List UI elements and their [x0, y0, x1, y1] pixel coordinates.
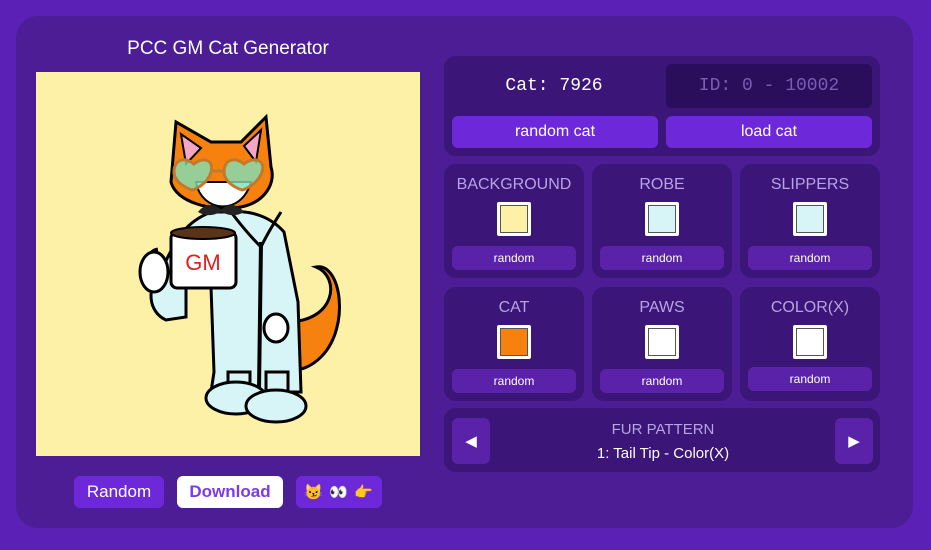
swatch-fill — [648, 328, 676, 356]
swatch-fill — [648, 205, 676, 233]
mug-text: GM — [185, 250, 220, 275]
random-robe-button[interactable]: random — [600, 246, 724, 270]
color-swatch-background[interactable] — [497, 202, 531, 236]
random-cat-button[interactable]: random cat — [452, 116, 658, 148]
random-background-button[interactable]: random — [452, 246, 576, 270]
download-button[interactable]: Download — [177, 476, 283, 508]
random-paws-button[interactable]: random — [600, 369, 724, 393]
color-swatch-paws[interactable] — [645, 325, 679, 359]
color-swatch-colorx[interactable] — [793, 325, 827, 359]
swatch-fill — [500, 205, 528, 233]
caret-right-icon[interactable]: ▶ — [835, 418, 873, 464]
color-cell-colorx: COLOR(X) random — [740, 287, 880, 401]
color-label: COLOR(X) — [770, 299, 850, 316]
color-label: PAWS — [639, 299, 685, 316]
cat-illustration: GM — [138, 113, 341, 424]
color-cell-slippers: SLIPPERS random — [740, 164, 880, 278]
color-label: BACKGROUND — [456, 176, 572, 193]
cat-preview: GM — [36, 72, 420, 456]
cat-number: Cat: 7926 — [505, 76, 603, 96]
fur-pattern-panel — [444, 408, 880, 472]
color-cell-background: BACKGROUND random — [444, 164, 584, 278]
swatch-fill — [796, 328, 824, 356]
swatch-fill — [500, 328, 528, 356]
color-cell-paws: PAWS random — [592, 287, 732, 401]
color-cell-cat: CAT random — [444, 287, 584, 401]
color-swatch-robe[interactable] — [645, 202, 679, 236]
color-swatch-cat[interactable] — [497, 325, 531, 359]
id-input[interactable] — [666, 64, 872, 108]
color-label: CAT — [498, 299, 530, 316]
random-slippers-button[interactable]: random — [748, 246, 872, 270]
color-label: SLIPPERS — [770, 176, 850, 193]
random-button[interactable]: Random — [74, 476, 164, 508]
swatch-fill — [796, 205, 824, 233]
random-colorx-button[interactable]: random — [748, 367, 872, 391]
color-label: ROBE — [639, 176, 685, 193]
caret-left-icon[interactable]: ◀ — [452, 418, 490, 464]
random-cat-color-button[interactable]: random — [452, 369, 576, 393]
color-swatch-slippers[interactable] — [793, 202, 827, 236]
color-cell-robe: ROBE random — [592, 164, 732, 278]
load-cat-button[interactable]: load cat — [666, 116, 872, 148]
page-title: PCC GM Cat Generator — [127, 38, 329, 59]
emoji-button[interactable]: 😼 👀 👉 — [296, 476, 382, 508]
fur-pattern-label: FUR PATTERN — [611, 421, 715, 438]
fur-pattern-value: 1: Tail Tip - Color(X) — [596, 445, 730, 462]
